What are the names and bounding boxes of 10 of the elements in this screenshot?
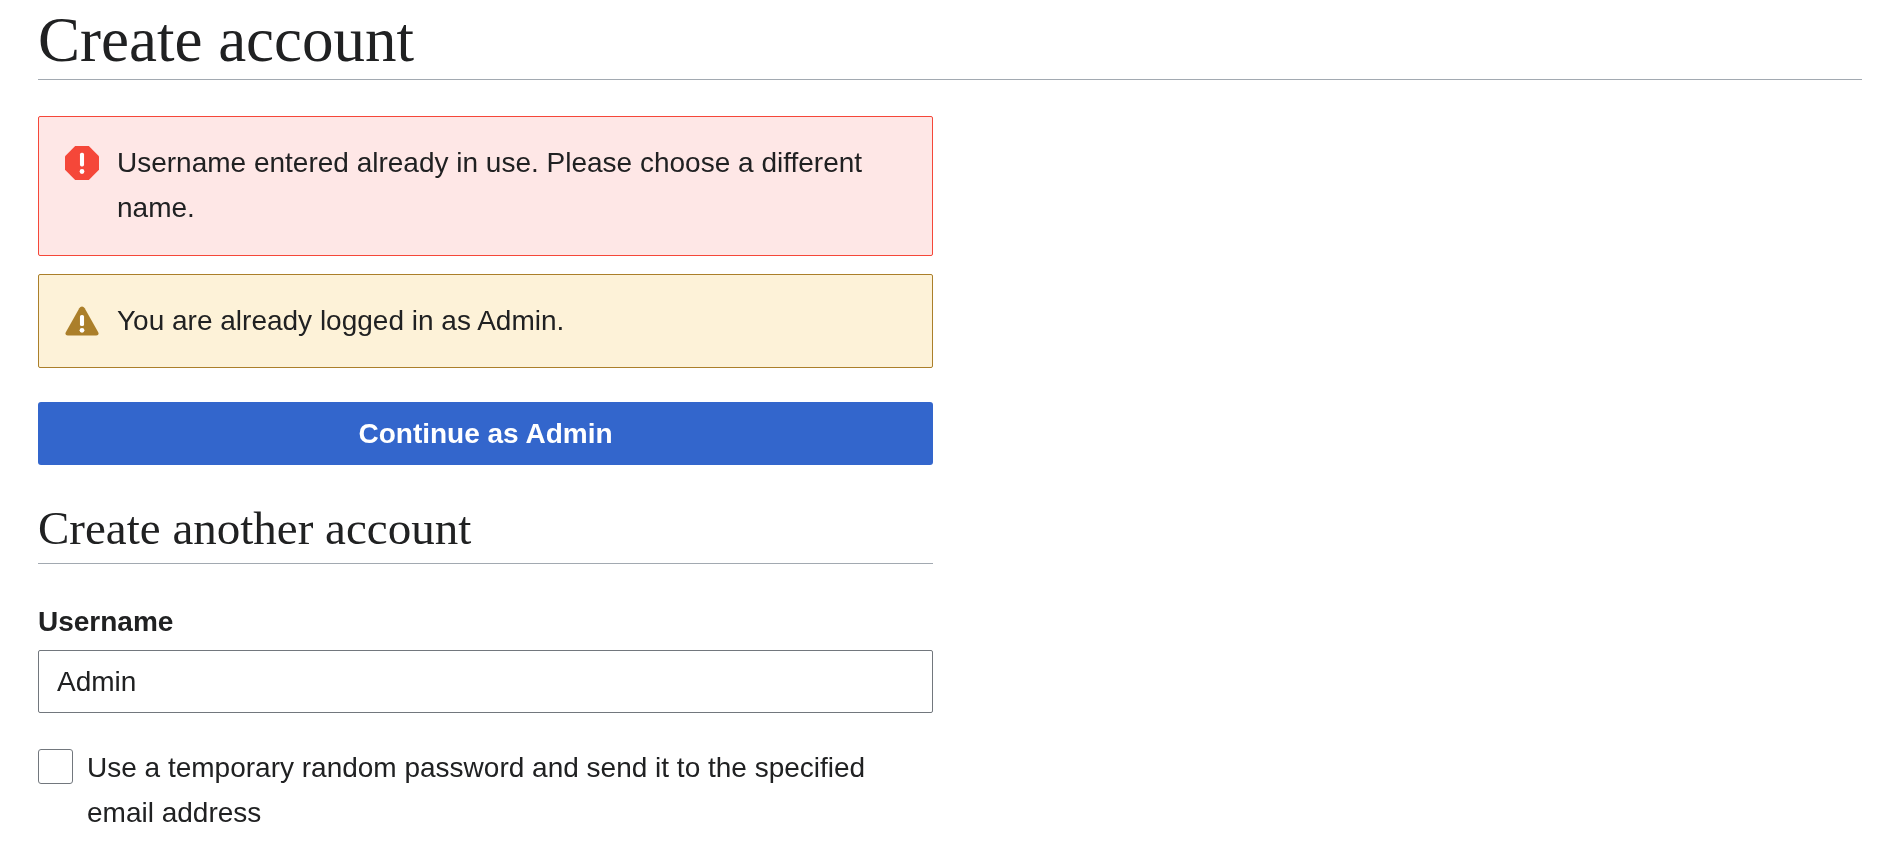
checkbox[interactable] (38, 749, 73, 785)
section-heading: Create another account (38, 498, 933, 565)
username-input[interactable]: Admin (38, 650, 933, 714)
warning-message-text: You are already logged in as Admin. (117, 303, 565, 338)
field-label: Username (38, 605, 175, 640)
error-message-text: Username entered already in use. Please choose a different name. (117, 146, 864, 225)
page-title: Create account (38, 0, 1862, 80)
error-icon (65, 146, 99, 180)
continue-button[interactable]: Continue as Admin (38, 402, 933, 466)
checkbox-label: Use a temporary random password and send it to the specified email address (87, 751, 867, 830)
